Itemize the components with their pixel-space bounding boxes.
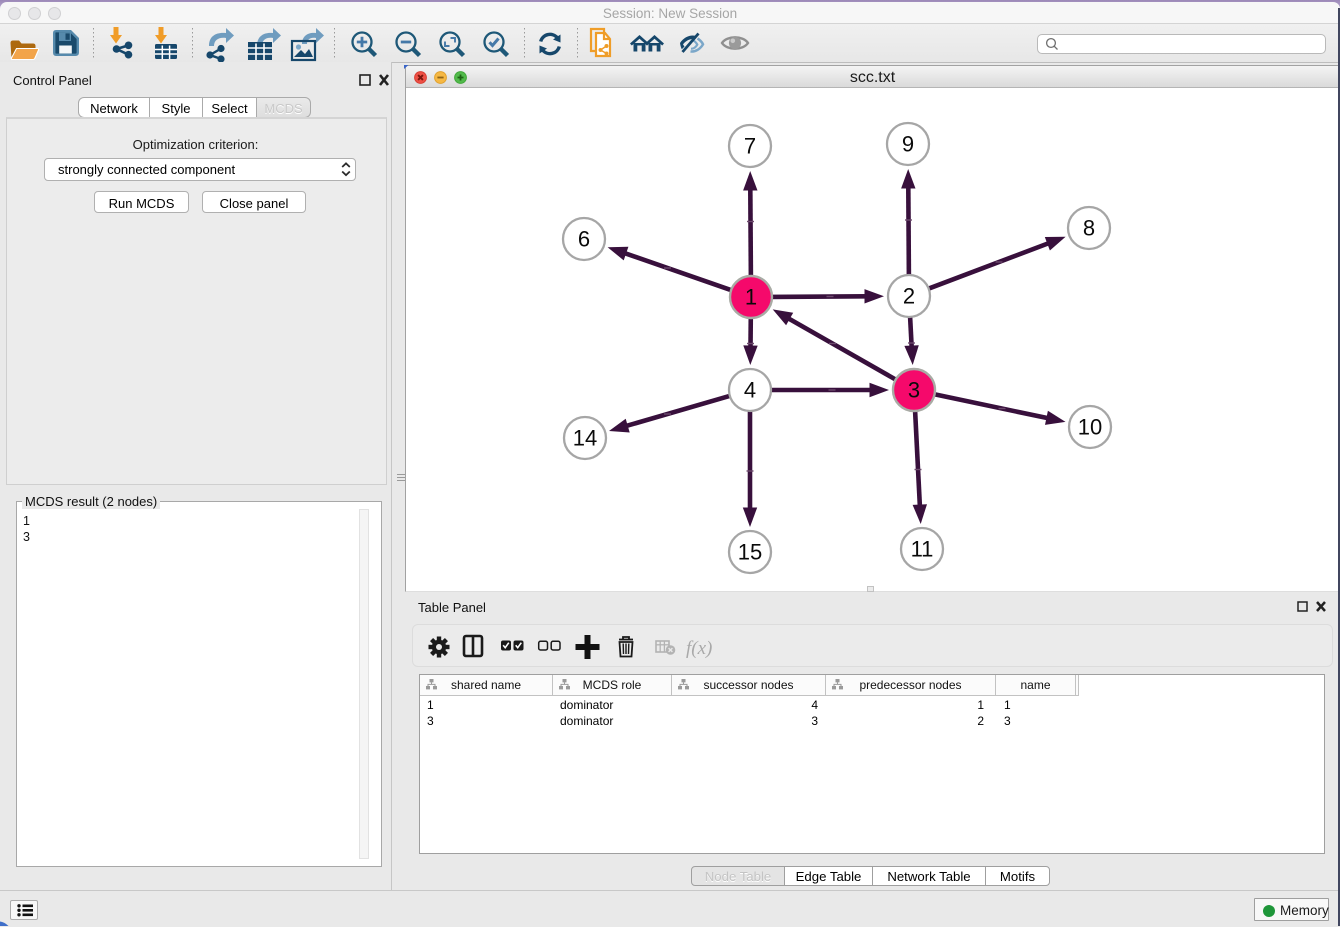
svg-text:10: 10 <box>1078 415 1102 440</box>
svg-text:9: 9 <box>902 132 914 157</box>
svg-text:6: 6 <box>578 227 590 252</box>
svg-text:15: 15 <box>738 540 762 565</box>
svg-text:4: 4 <box>744 378 756 403</box>
svg-text:1: 1 <box>745 285 757 310</box>
svg-text:11: 11 <box>911 537 934 562</box>
svg-text:3: 3 <box>908 378 920 403</box>
svg-text:14: 14 <box>573 426 597 451</box>
svg-text:8: 8 <box>1083 216 1095 241</box>
svg-text:7: 7 <box>744 134 756 159</box>
svg-text:2: 2 <box>903 284 915 309</box>
svg-text:f(x): f(x) <box>686 638 712 659</box>
